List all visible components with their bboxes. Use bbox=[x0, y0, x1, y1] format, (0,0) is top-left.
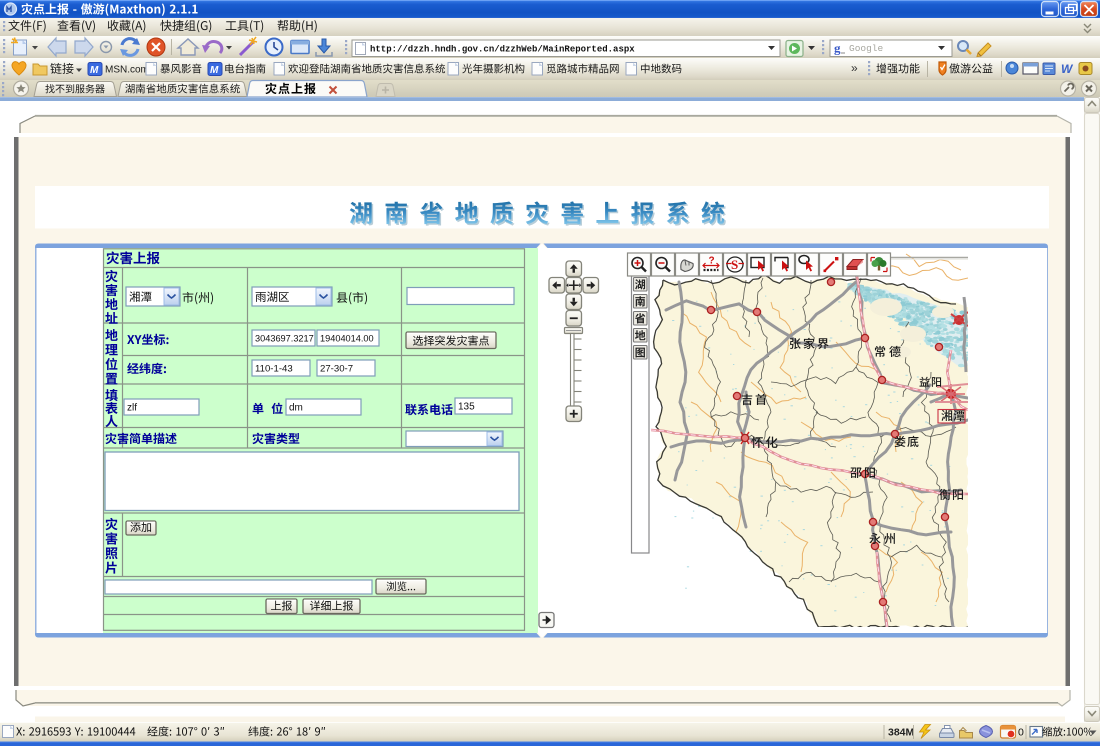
svg-text:M: M bbox=[90, 65, 99, 76]
svg-text:MSN.com: MSN.com bbox=[105, 65, 149, 76]
svg-text:S: S bbox=[731, 257, 738, 272]
svg-text:?: ? bbox=[709, 256, 715, 267]
svg-text:3043697.3217: 3043697.3217 bbox=[255, 334, 314, 344]
svg-text:384M: 384M bbox=[888, 727, 915, 739]
svg-text:Google: Google bbox=[849, 43, 884, 54]
svg-text:110-1-43: 110-1-43 bbox=[255, 364, 293, 375]
svg-text:27-30-7: 27-30-7 bbox=[320, 364, 353, 375]
svg-text:135: 135 bbox=[458, 402, 475, 413]
svg-text:0: 0 bbox=[1018, 727, 1024, 739]
svg-text:g: g bbox=[834, 41, 841, 56]
svg-text:19404014.00: 19404014.00 bbox=[320, 334, 374, 344]
svg-text:dm: dm bbox=[289, 403, 303, 414]
svg-text:zlf: zlf bbox=[127, 403, 137, 414]
svg-text:»: » bbox=[851, 61, 858, 75]
svg-text:M: M bbox=[210, 65, 219, 76]
svg-text:W: W bbox=[1061, 62, 1074, 76]
svg-text:http://dzzh.hndh.gov.cn/dzzhWe: http://dzzh.hndh.gov.cn/dzzhWeb/MainRepo… bbox=[370, 45, 635, 55]
